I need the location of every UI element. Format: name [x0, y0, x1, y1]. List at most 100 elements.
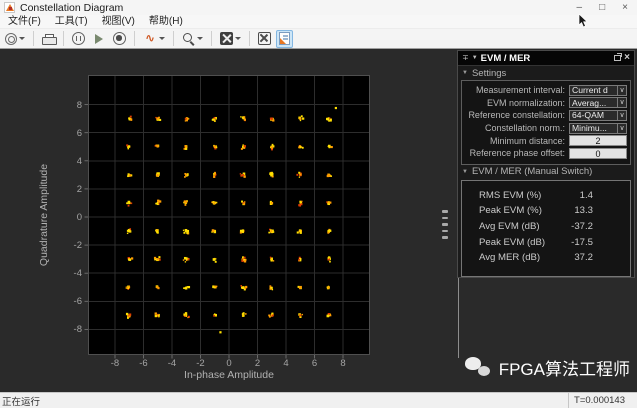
- settings-group: Measurement interval:Current d∨EVM norma…: [461, 80, 631, 165]
- print-button[interactable]: [39, 30, 58, 48]
- watermark-text: FPGA算法工程师: [499, 355, 630, 380]
- fit-to-view-dropdown-button[interactable]: [217, 30, 244, 48]
- minimize-button[interactable]: –: [577, 3, 583, 13]
- measurements-panel-toggle[interactable]: [276, 30, 293, 48]
- dropdown-value: Minimu...: [570, 123, 617, 133]
- reference-constellation-dropdown[interactable]: 64-QAM∨: [569, 110, 627, 121]
- settings-dropdown-button[interactable]: [2, 30, 28, 48]
- panel-drag-handle[interactable]: [442, 210, 450, 239]
- chevron-down-icon[interactable]: ▼: [472, 55, 478, 61]
- avg-mer-db-label: Avg MER (dB): [462, 252, 558, 263]
- toolbar-separator: [211, 31, 212, 46]
- reference-phase-offset-input[interactable]: 0: [569, 148, 627, 159]
- rms-evm-pct-label: RMS EVM (%): [462, 190, 558, 201]
- triangle-down-icon: ▼: [462, 169, 468, 175]
- zoom-dropdown-button[interactable]: [179, 30, 206, 48]
- y-tick-label: -2: [60, 240, 82, 251]
- menu-file[interactable]: 文件(F): [1, 15, 48, 29]
- menu-tools[interactable]: 工具(T): [48, 15, 95, 29]
- y-tick-label: -4: [60, 268, 82, 279]
- toolbar-separator: [63, 31, 64, 46]
- x-tick-label: -4: [160, 358, 184, 369]
- close-panel-icon[interactable]: ×: [624, 53, 630, 63]
- settings-section-toggle[interactable]: ▼ Settings: [458, 66, 634, 80]
- setting-label: Reference constellation:: [462, 110, 569, 120]
- chevron-down-icon: ∨: [617, 111, 626, 120]
- gear-circle-icon: [5, 33, 17, 45]
- maximize-icon: [258, 32, 271, 45]
- constellation-plot[interactable]: [88, 75, 370, 355]
- y-tick-label: -6: [60, 296, 82, 307]
- y-tick-label: 0: [60, 212, 82, 223]
- minimum-distance-input[interactable]: 2: [569, 135, 627, 146]
- pause-button[interactable]: [69, 30, 88, 48]
- evm-mer-panel: ∓ ▼ EVM / MER × ▼ Settings Measurement i…: [457, 50, 635, 278]
- y-tick-label: -8: [60, 324, 82, 335]
- results-section-toggle[interactable]: ▼ EVM / MER (Manual Switch): [458, 165, 634, 179]
- avg-evm-db-label: Avg EVM (dB): [462, 221, 558, 232]
- magnifier-icon: [182, 32, 195, 45]
- x-axis-label: In-phase Amplitude: [184, 369, 274, 381]
- resize-grip[interactable]: [630, 393, 637, 408]
- rms-evm-pct-value: 1.4: [558, 190, 630, 201]
- x-tick-label: -8: [103, 358, 127, 369]
- printer-icon: [42, 34, 55, 44]
- avg-evm-db-row: Avg EVM (dB)-37.2: [462, 219, 630, 235]
- maximize-button[interactable]: □: [599, 3, 605, 13]
- highlight-signal-dropdown-button[interactable]: [140, 30, 168, 48]
- scope-display-area: Quadrature Amplitude In-phase Amplitude …: [0, 49, 637, 392]
- dropdown-caret-icon: [235, 37, 241, 40]
- constellation-diagram-window: Constellation Diagram – □ × 文件(F)工具(T)视图…: [0, 0, 637, 408]
- setting-label: Constellation norm.:: [462, 123, 569, 133]
- dropdown-value: Averag...: [570, 98, 617, 108]
- setting-label: Reference phase offset:: [462, 148, 569, 158]
- avg-evm-db-value: -37.2: [558, 221, 630, 232]
- peak-evm-pct-label: Peak EVM (%): [462, 205, 558, 216]
- y-tick-label: 8: [60, 100, 82, 111]
- results-group: RMS EVM (%)1.4Peak EVM (%)13.3Avg EVM (d…: [461, 180, 631, 277]
- triangle-down-icon: ▼: [462, 70, 468, 76]
- chevron-down-icon: ∨: [617, 86, 626, 95]
- matlab-scope-icon: [4, 2, 15, 13]
- measurement-interval-dropdown[interactable]: Current d∨: [569, 85, 627, 96]
- toolbar: [0, 29, 637, 49]
- maximize-axes-button[interactable]: [255, 30, 274, 48]
- menu-view[interactable]: 视图(V): [95, 15, 142, 29]
- menu-help[interactable]: 帮助(H): [142, 15, 190, 29]
- undock-icon[interactable]: [614, 55, 621, 61]
- close-button[interactable]: ×: [622, 3, 628, 13]
- avg-mer-db-value: 37.2: [558, 252, 630, 263]
- peak-evm-db-row: Peak EVM (dB)-17.5: [462, 234, 630, 250]
- dropdown-caret-icon: [197, 37, 203, 40]
- step-forward-button[interactable]: [90, 30, 108, 48]
- setting-label: Measurement interval:: [462, 85, 569, 95]
- measurement-interval-row: Measurement interval:Current d∨: [462, 84, 630, 97]
- x-tick-label: -2: [189, 358, 213, 369]
- peak-evm-db-label: Peak EVM (dB): [462, 237, 558, 248]
- watermark: FPGA算法工程师: [465, 355, 630, 380]
- dropdown-caret-icon: [159, 37, 165, 40]
- toolbar-separator: [33, 31, 34, 46]
- stop-button[interactable]: [110, 30, 129, 48]
- chevron-down-icon: ∨: [617, 124, 626, 133]
- evm-normalization-row: EVM normalization:Averag...∨: [462, 97, 630, 110]
- toolbar-separator: [134, 31, 135, 46]
- constellation-norm-row: Constellation norm.:Minimu...∨: [462, 122, 630, 135]
- x-tick-label: -6: [132, 358, 156, 369]
- expand-icon: [220, 32, 233, 45]
- signal-icon: [143, 32, 157, 45]
- peak-evm-db-value: -17.5: [558, 237, 630, 248]
- constellation-norm-dropdown[interactable]: Minimu...∨: [569, 123, 627, 134]
- peak-evm-pct-row: Peak EVM (%)13.3: [462, 203, 630, 219]
- pause-circle-icon: [72, 32, 85, 45]
- y-tick-label: 2: [60, 184, 82, 195]
- toolbar-separator: [249, 31, 250, 46]
- simulation-time: T=0.000143: [568, 393, 630, 408]
- pin-icon[interactable]: ∓: [462, 54, 469, 62]
- evm-normalization-dropdown[interactable]: Averag...∨: [569, 97, 627, 108]
- y-tick-label: 4: [60, 156, 82, 167]
- toolbar-separator: [173, 31, 174, 46]
- x-tick-label: 8: [331, 358, 355, 369]
- avg-mer-db-row: Avg MER (dB)37.2: [462, 250, 630, 266]
- dropdown-caret-icon: [19, 37, 25, 40]
